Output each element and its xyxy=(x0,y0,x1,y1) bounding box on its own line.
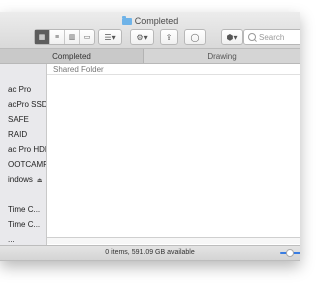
sidebar-item-label: ... xyxy=(8,235,15,244)
file-list-area[interactable] xyxy=(47,75,300,245)
column-view-icon[interactable]: ▥ xyxy=(65,30,80,44)
window-title: Completed xyxy=(0,16,300,28)
sidebar-item-mac-pro[interactable]: ac Pro xyxy=(0,85,31,97)
arrange-icon: ☰▾ xyxy=(104,32,116,42)
title-toolbar-area: Completed ▦ ≡ ▥ ▭ ☰▾ ⚙▾ ⇪ ◯ ⬢▾ Search xyxy=(0,12,300,49)
sidebar-item-label: acPro SSD xyxy=(8,100,47,109)
tab-bar: Completed Drawing xyxy=(0,49,300,64)
list-view-icon[interactable]: ≡ xyxy=(50,30,65,44)
finder-window: Completed ▦ ≡ ▥ ▭ ☰▾ ⚙▾ ⇪ ◯ ⬢▾ Search Co… xyxy=(0,12,300,261)
search-icon xyxy=(248,33,256,41)
sidebar-item-time-capsule-1[interactable]: Time C... xyxy=(0,205,40,217)
sidebar: ac Pro acPro SSD SAFE RAID ac Pro HDD OO… xyxy=(0,64,47,245)
sidebar-item-macpro-ssd[interactable]: acPro SSD xyxy=(0,100,47,112)
column-header-shared-folder[interactable]: Shared Folder xyxy=(47,64,300,75)
sidebar-item-label: OOTCAMP xyxy=(8,160,47,169)
tab-drawing[interactable]: Drawing xyxy=(144,49,300,63)
search-field[interactable]: Search xyxy=(243,29,300,45)
status-bar: 0 items, 591.09 GB available xyxy=(0,245,300,260)
sidebar-item-more[interactable]: ... xyxy=(0,235,15,245)
gear-icon: ⚙▾ xyxy=(136,32,148,42)
search-placeholder: Search xyxy=(259,32,285,42)
folder-icon xyxy=(121,16,132,25)
sidebar-item-time-capsule-2[interactable]: Time C... xyxy=(0,220,40,232)
share-icon: ⇪ xyxy=(165,32,173,42)
tab-completed[interactable]: Completed xyxy=(0,49,144,63)
eject-icon[interactable]: ⏏ xyxy=(37,177,43,184)
sidebar-item-label: RAID xyxy=(8,130,28,139)
sidebar-item-label: Time C... xyxy=(8,220,41,229)
toolbar: ▦ ≡ ▥ ▭ ☰▾ ⚙▾ ⇪ ◯ ⬢▾ Search xyxy=(0,29,300,47)
coverflow-view-icon[interactable]: ▭ xyxy=(80,30,94,44)
horizontal-scrollbar[interactable] xyxy=(47,237,300,244)
sidebar-item-label: ac Pro HDD xyxy=(8,145,47,154)
sidebar-item-bootcamp[interactable]: OOTCAMP xyxy=(0,160,47,172)
window-title-text: Completed xyxy=(134,16,179,26)
sidebar-item-label: indows xyxy=(8,175,33,184)
sidebar-item-windows[interactable]: indows ⏏ xyxy=(0,175,43,187)
action-button[interactable]: ⚙▾ xyxy=(130,29,154,45)
grid-view-icon[interactable]: ▦ xyxy=(35,30,50,44)
status-text: 0 items, 591.09 GB available xyxy=(105,249,195,256)
sidebar-item-safe[interactable]: SAFE xyxy=(0,115,29,127)
share-button[interactable]: ⇪ xyxy=(160,29,178,45)
sidebar-item-label: SAFE xyxy=(8,115,29,124)
sidebar-item-raid[interactable]: RAID xyxy=(0,130,27,142)
dropbox-button[interactable]: ⬢▾ xyxy=(221,29,243,45)
sidebar-item-label: Time C... xyxy=(8,205,41,214)
sidebar-item-mac-pro-hdd[interactable]: ac Pro HDD xyxy=(0,145,47,157)
arrange-button[interactable]: ☰▾ xyxy=(98,29,122,45)
tab-label: Drawing xyxy=(207,51,237,61)
tag-button[interactable]: ◯ xyxy=(184,29,206,45)
view-mode-segmented: ▦ ≡ ▥ ▭ xyxy=(34,29,95,45)
tab-label: Completed xyxy=(52,51,91,61)
sidebar-item-label: ac Pro xyxy=(8,85,32,94)
icon-size-slider-knob[interactable] xyxy=(286,249,294,257)
tag-icon: ◯ xyxy=(190,32,200,42)
dropbox-icon: ⬢▾ xyxy=(226,32,238,42)
